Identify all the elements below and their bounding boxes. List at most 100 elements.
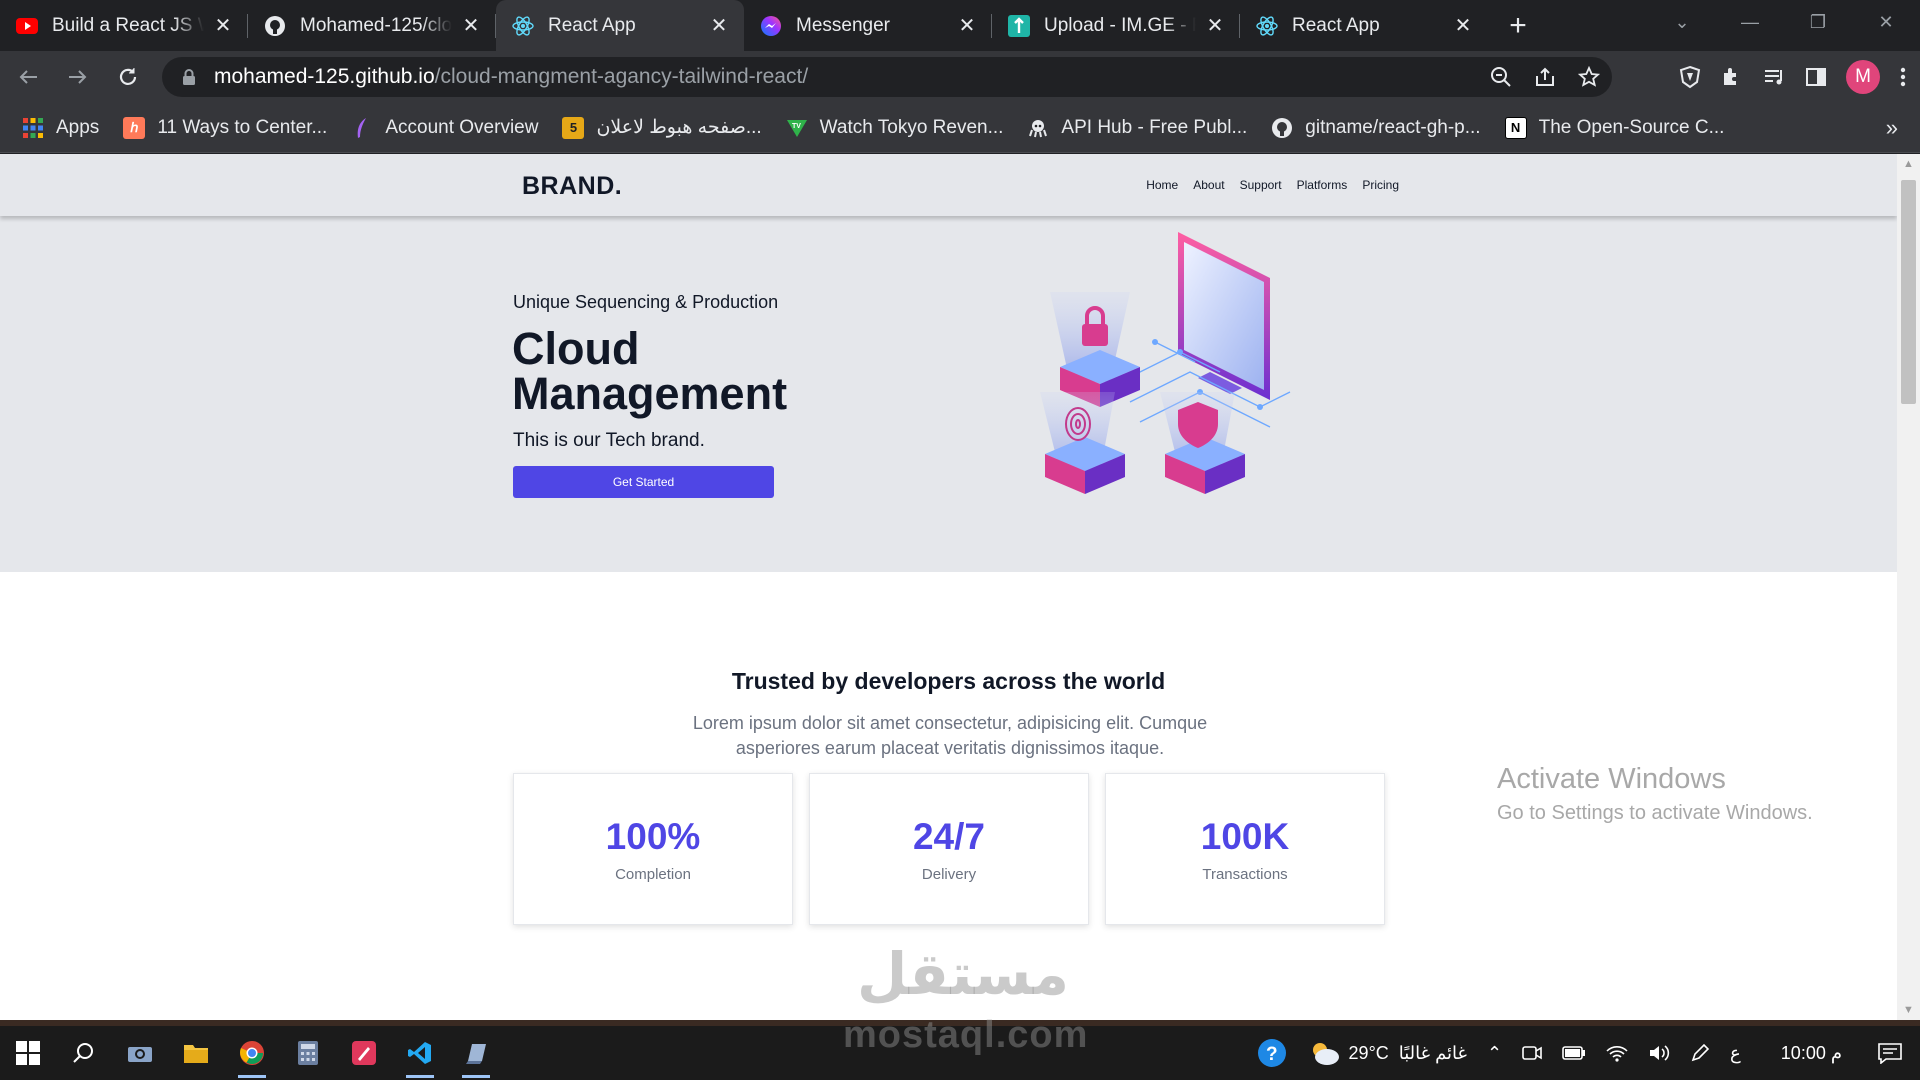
vscode-icon[interactable] [392, 1026, 448, 1080]
close-window-icon[interactable]: ✕ [1852, 0, 1920, 44]
file-explorer-icon[interactable] [168, 1026, 224, 1080]
notes-app-icon[interactable] [448, 1026, 504, 1080]
svg-text:TV: TV [792, 123, 801, 130]
bookmark-label: API Hub - Free Publ... [1061, 116, 1248, 138]
input-language[interactable]: ع [1730, 1043, 1741, 1064]
apps-grid-icon [22, 117, 44, 139]
battery-icon[interactable] [1562, 1046, 1586, 1060]
scroll-thumb[interactable] [1901, 180, 1916, 404]
tab-search-icon[interactable]: ⌄ [1648, 0, 1716, 44]
github-icon [1271, 117, 1293, 139]
close-tab-icon[interactable]: ✕ [460, 15, 482, 37]
new-tab-button[interactable]: + [1498, 6, 1538, 46]
scroll-down-icon[interactable]: ▼ [1902, 1004, 1915, 1016]
close-tab-icon[interactable]: ✕ [1452, 15, 1474, 37]
tab-title: React App [1292, 14, 1380, 36]
messenger-icon [760, 15, 782, 37]
meet-now-icon[interactable] [1522, 1044, 1542, 1062]
stat-card: 100K Transactions [1105, 773, 1385, 925]
html5-icon: 5 [562, 116, 585, 139]
tab-messenger[interactable]: Messenger ✕ [744, 0, 992, 51]
url-host: mohamed-125.github.io [214, 65, 435, 88]
tab-youtube[interactable]: Build a React JS We ✕ [0, 0, 248, 51]
tab-title: React App [548, 14, 636, 36]
drawing-app-icon[interactable] [336, 1026, 392, 1080]
nav-link-pricing[interactable]: Pricing [1362, 178, 1399, 192]
tab-title: Build a React JS We [52, 14, 204, 36]
url-path: /cloud-mangment-agancy-tailwind-react/ [434, 65, 809, 88]
address-bar[interactable]: mohamed-125.github.io/cloud-mangment-aga… [162, 57, 1612, 97]
share-icon[interactable] [1534, 66, 1556, 88]
mostaql-watermark: mostaql.com [843, 1014, 1089, 1056]
show-hidden-icons-icon[interactable]: ⌃ [1487, 1043, 1502, 1064]
reload-icon[interactable] [106, 55, 150, 99]
restore-icon[interactable]: ❐ [1784, 0, 1852, 44]
nav-link-platforms[interactable]: Platforms [1297, 178, 1348, 192]
close-tab-icon[interactable]: ✕ [212, 15, 234, 37]
windows-start-icon[interactable] [0, 1026, 56, 1080]
nav-link-about[interactable]: About [1193, 178, 1224, 192]
stat-value: 100% [605, 816, 701, 857]
brand-logo[interactable]: BRAND. [522, 172, 622, 201]
bookmark-tokyo[interactable]: TV Watch Tokyo Reven... [786, 116, 1004, 139]
bookmark-apps[interactable]: Apps [22, 117, 99, 139]
extensions-icon[interactable] [1720, 65, 1744, 89]
bookmark-apihub[interactable]: API Hub - Free Publ... [1027, 117, 1247, 139]
nav-menu: Home About Support Platforms Pricing [1146, 178, 1399, 192]
bookmark-label: 11 Ways to Center... [157, 116, 328, 138]
calculator-icon[interactable] [280, 1026, 336, 1080]
cloudy-weather-icon [1312, 1043, 1339, 1065]
notifications-icon[interactable] [1878, 1042, 1902, 1064]
stat-label: Transactions [1202, 866, 1288, 883]
react-icon [512, 15, 534, 37]
lock-icon [183, 69, 195, 85]
tab-react-app-2[interactable]: React App ✕ [1240, 0, 1488, 51]
bookmark-center[interactable]: ℎ 11 Ways to Center... [123, 116, 328, 139]
scroll-up-icon[interactable]: ▲ [1902, 158, 1915, 170]
tab-github[interactable]: Mohamed-125/clou ✕ [248, 0, 496, 51]
side-panel-icon[interactable] [1804, 65, 1828, 89]
stats-cards: 100% Completion 24/7 Delivery 100K Trans… [513, 773, 1385, 925]
profile-avatar[interactable]: M [1846, 60, 1880, 94]
zoom-icon[interactable] [1490, 66, 1512, 88]
weather-widget[interactable]: 29°C غائم غالبًا [1307, 1040, 1467, 1066]
bookmark-label: Watch Tokyo Reven... [819, 116, 1004, 138]
volume-icon[interactable] [1648, 1044, 1670, 1062]
chrome-icon[interactable] [224, 1026, 280, 1080]
search-icon[interactable] [56, 1026, 112, 1080]
bookmark-star-icon[interactable] [1578, 66, 1600, 88]
bookmarks-overflow-icon[interactable]: » [1886, 115, 1898, 141]
mostaql-watermark-arabic: مستقل [856, 940, 1070, 1008]
back-icon[interactable] [6, 55, 50, 99]
tab-react-app-active[interactable]: React App ✕ [496, 0, 744, 51]
page-scrollbar[interactable]: ▲ ▼ [1897, 154, 1920, 1020]
media-queue-icon[interactable] [1762, 65, 1786, 89]
close-tab-icon[interactable]: ✕ [708, 15, 730, 37]
kebab-menu-icon[interactable] [1898, 65, 1908, 89]
pen-icon[interactable] [1690, 1043, 1710, 1063]
notion-icon: N [1504, 116, 1527, 139]
hero-title-line1: Cloud [512, 323, 640, 374]
clock[interactable]: 10:00 م [1781, 1043, 1842, 1064]
brave-shield-icon[interactable] [1678, 65, 1702, 89]
forward-icon[interactable] [56, 55, 100, 99]
help-icon[interactable]: ? [1257, 1038, 1287, 1068]
stat-card: 100% Completion [513, 773, 793, 925]
nav-link-support[interactable]: Support [1240, 178, 1282, 192]
browser-toolbar: mohamed-125.github.io/cloud-mangment-aga… [0, 51, 1920, 103]
wifi-icon[interactable] [1606, 1044, 1628, 1062]
nav-link-home[interactable]: Home [1146, 178, 1178, 192]
get-started-button[interactable]: Get Started [513, 466, 774, 498]
bookmark-account[interactable]: Account Overview [351, 117, 538, 139]
bookmark-opensource[interactable]: N The Open-Source C... [1504, 116, 1724, 139]
camera-app-icon[interactable] [112, 1026, 168, 1080]
bookmark-label: Apps [56, 116, 100, 138]
bookmark-landing[interactable]: 5 صفحه هبوط لاعلان... [562, 116, 762, 139]
bookmark-label: Account Overview [385, 116, 539, 138]
tab-imge[interactable]: Upload - IM.GE - Fr ✕ [992, 0, 1240, 51]
tab-title: Messenger [796, 14, 890, 36]
minimize-icon[interactable]: — [1716, 0, 1784, 44]
close-tab-icon[interactable]: ✕ [1204, 15, 1226, 37]
close-tab-icon[interactable]: ✕ [956, 15, 978, 37]
bookmark-gitname[interactable]: gitname/react-gh-p... [1271, 117, 1481, 139]
